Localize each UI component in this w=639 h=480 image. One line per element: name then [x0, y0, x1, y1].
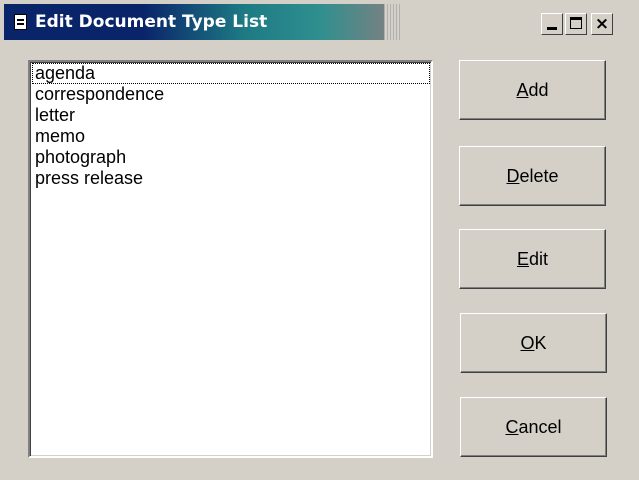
- list-item[interactable]: photograph: [32, 147, 431, 168]
- cancel-button-mnemonic: C: [505, 417, 519, 437]
- document-type-listbox[interactable]: agenda correspondence letter memo photog…: [28, 60, 433, 458]
- list-item[interactable]: correspondence: [32, 84, 431, 105]
- edit-button-mnemonic: E: [516, 249, 529, 269]
- minimize-button[interactable]: [541, 13, 563, 35]
- cancel-button-label: ancel: [518, 417, 562, 437]
- document-icon: [14, 14, 27, 30]
- ok-button-label: K: [534, 333, 547, 353]
- maximize-icon: [570, 17, 582, 29]
- title-bar-grip: [384, 4, 400, 40]
- maximize-button[interactable]: [565, 13, 587, 35]
- edit-button[interactable]: Edit: [459, 229, 606, 289]
- list-item[interactable]: press release: [32, 168, 431, 189]
- add-button[interactable]: Add: [459, 60, 606, 120]
- add-button-label: dd: [528, 80, 549, 100]
- edit-button-label: dit: [529, 249, 549, 269]
- delete-button[interactable]: Delete: [459, 146, 606, 206]
- window-title: Edit Document Type List: [35, 12, 268, 32]
- delete-button-label: elete: [519, 166, 559, 186]
- close-button[interactable]: ×: [591, 13, 613, 35]
- title-bar[interactable]: Edit Document Type List ×: [4, 4, 635, 40]
- close-icon: ×: [594, 14, 610, 34]
- minimize-icon: [547, 27, 557, 30]
- ok-button[interactable]: OK: [460, 313, 607, 373]
- cancel-button[interactable]: Cancel: [460, 397, 607, 457]
- delete-button-mnemonic: D: [506, 166, 520, 186]
- edit-document-type-list-dialog: Edit Document Type List × agenda corresp…: [0, 0, 639, 480]
- list-item[interactable]: agenda: [32, 63, 430, 84]
- ok-button-mnemonic: O: [520, 333, 535, 353]
- list-item[interactable]: memo: [32, 126, 431, 147]
- list-item[interactable]: letter: [32, 105, 431, 126]
- add-button-mnemonic: A: [516, 80, 529, 100]
